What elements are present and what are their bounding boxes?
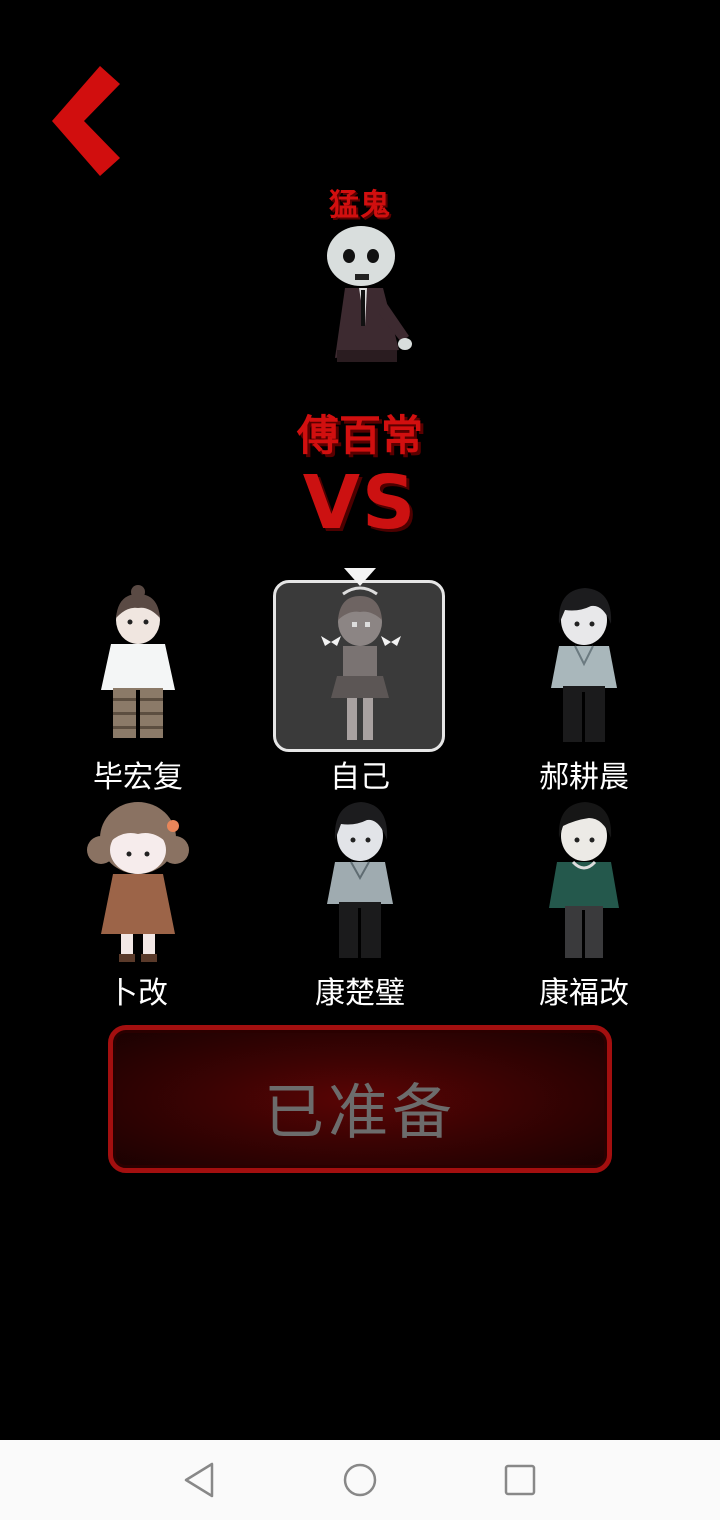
opponent-name: 傅百常 bbox=[296, 411, 423, 460]
player-slot[interactable]: 毕宏复 bbox=[50, 580, 226, 795]
player-slot[interactable]: 康楚璧 bbox=[272, 796, 448, 1011]
player-avatar bbox=[529, 796, 639, 966]
back-button[interactable] bbox=[48, 62, 128, 180]
player-name: 卜改 bbox=[108, 976, 168, 1011]
player-slot[interactable]: 卜改 bbox=[50, 796, 226, 1011]
nav-recents-button[interactable] bbox=[496, 1456, 544, 1504]
vs-label: VS bbox=[302, 460, 418, 546]
chevron-left-icon bbox=[52, 66, 120, 176]
player-name: 毕宏复 bbox=[93, 760, 183, 795]
nav-back-button[interactable] bbox=[176, 1456, 224, 1504]
player-avatar bbox=[305, 796, 415, 966]
player-slot-self[interactable]: 自己 bbox=[272, 580, 448, 795]
player-name: 康福改 bbox=[539, 976, 629, 1011]
player-avatar bbox=[529, 580, 639, 750]
player-avatar bbox=[83, 580, 193, 750]
game-screen: 猛鬼 傅百常 VS 毕宏复 自己 郝耕晨 卜改 康楚璧 康福改 已准备 bbox=[0, 0, 720, 1440]
circle-home-icon bbox=[343, 1463, 377, 1497]
triangle-back-icon bbox=[184, 1462, 214, 1498]
player-avatar bbox=[83, 796, 193, 966]
system-navigation-bar bbox=[0, 1440, 720, 1520]
player-avatar bbox=[305, 580, 415, 750]
player-name: 郝耕晨 bbox=[539, 760, 629, 795]
player-slot[interactable]: 康福改 bbox=[496, 796, 672, 1011]
player-name: 康楚璧 bbox=[315, 976, 405, 1011]
ghost-sprite bbox=[315, 218, 425, 368]
player-slot[interactable]: 郝耕晨 bbox=[496, 580, 672, 795]
nav-home-button[interactable] bbox=[336, 1456, 384, 1504]
ready-button-label: 已准备 bbox=[264, 1078, 456, 1148]
player-name: 自己 bbox=[330, 760, 390, 795]
ready-button[interactable]: 已准备 bbox=[108, 1025, 612, 1173]
square-recents-icon bbox=[504, 1464, 536, 1496]
